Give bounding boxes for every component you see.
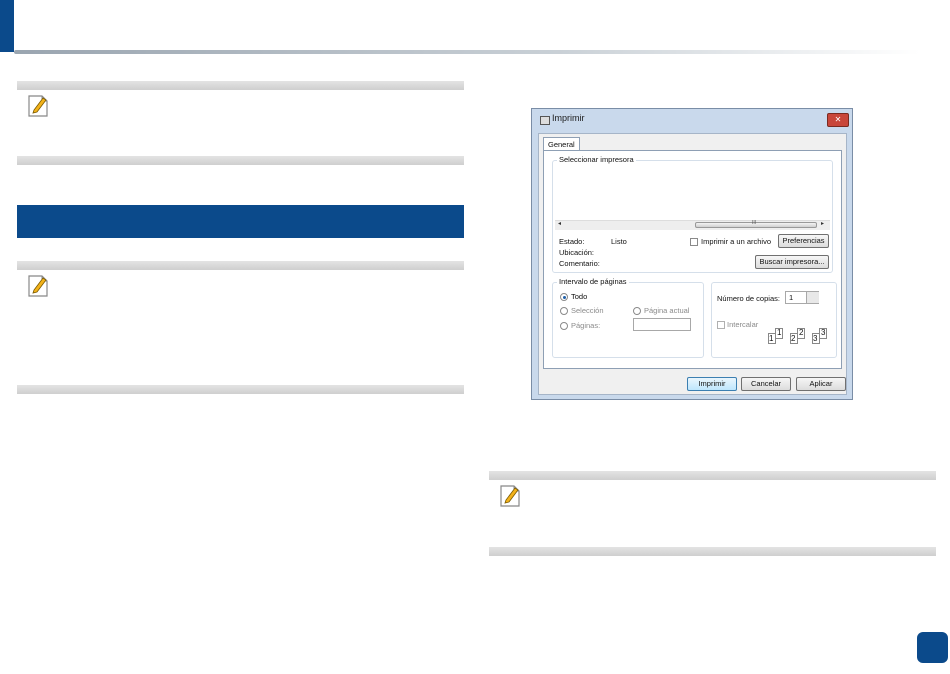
note-bottom-bar <box>489 547 936 556</box>
page-number-badge <box>917 632 948 663</box>
note-box-1 <box>17 81 464 165</box>
note-bottom-bar <box>17 385 464 394</box>
option-pages-label: Páginas: <box>571 321 601 330</box>
apply-button[interactable]: Aplicar <box>796 377 846 391</box>
note-top-bar <box>489 471 936 480</box>
header-rule <box>14 50 920 54</box>
printer-group: Seleccionar impresora ◂ III ▸ Estado: Li… <box>552 155 833 273</box>
status-value: Listo <box>611 237 627 246</box>
collate-page-number: 1 <box>777 328 782 337</box>
preferences-button[interactable]: Preferencias <box>778 234 829 248</box>
collate-page-number: 2 <box>791 334 796 343</box>
scroll-thumb-grip-icon: III <box>752 220 757 226</box>
collate-label: Intercalar <box>727 320 759 329</box>
find-printer-button[interactable]: Buscar impresora... <box>755 255 829 269</box>
close-button[interactable]: ✕ <box>827 113 849 127</box>
radio-selection[interactable] <box>560 307 568 315</box>
print-to-file-checkbox[interactable] <box>690 238 698 246</box>
printer-group-label: Seleccionar impresora <box>557 155 636 164</box>
note-top-bar <box>17 81 464 90</box>
collate-page-number: 2 <box>799 328 804 337</box>
section-header-bar <box>17 205 464 238</box>
radio-pages[interactable] <box>560 322 568 330</box>
note-box-3 <box>489 471 936 556</box>
option-all-label: Todo <box>571 292 588 301</box>
note-box-2 <box>17 261 464 394</box>
scroll-left-icon[interactable]: ◂ <box>558 220 561 227</box>
copies-value: 1 <box>789 293 794 302</box>
dialog-title: Imprimir <box>552 113 585 123</box>
radio-current-page[interactable] <box>633 307 641 315</box>
scroll-right-icon[interactable]: ▸ <box>821 220 824 227</box>
note-pencil-icon <box>28 95 48 117</box>
location-label: Ubicación: <box>559 248 595 257</box>
collate-page-number: 3 <box>821 328 826 337</box>
option-current-page-label: Página actual <box>644 306 690 315</box>
printer-icon <box>540 116 550 125</box>
print-to-file-label: Imprimir a un archivo <box>701 237 772 246</box>
dialog-client: General Seleccionar impresora ◂ III ▸ Es… <box>538 133 847 395</box>
note-pencil-icon <box>28 275 48 297</box>
scroll-thumb[interactable]: III <box>695 220 817 228</box>
collate-checkbox[interactable] <box>717 321 725 329</box>
comment-label: Comentario: <box>559 259 600 268</box>
copies-group: Número de copias: 1 Intercalar 1 1 2 2 3… <box>711 282 837 358</box>
header-tab <box>0 0 14 52</box>
status-label: Estado: <box>559 237 585 246</box>
copies-spinner-icon[interactable] <box>806 292 819 303</box>
print-dialog: Imprimir ✕ General Seleccionar impresora… <box>531 108 853 400</box>
note-bottom-bar <box>17 156 464 165</box>
pages-input[interactable] <box>633 318 691 331</box>
collate-illustration: 1 1 2 2 3 3 <box>768 323 834 347</box>
collate-page-number: 1 <box>769 334 774 343</box>
copies-label: Número de copias: <box>717 294 780 303</box>
page-range-label: Intervalo de páginas <box>557 277 629 286</box>
collate-page-number: 3 <box>813 334 818 343</box>
note-pencil-icon <box>500 485 520 507</box>
printer-list-scrollbar[interactable]: ◂ III ▸ <box>555 220 830 230</box>
copies-input[interactable]: 1 <box>785 291 819 304</box>
note-top-bar <box>17 261 464 270</box>
printer-list[interactable] <box>555 169 830 227</box>
tab-panel: Seleccionar impresora ◂ III ▸ Estado: Li… <box>543 150 842 369</box>
radio-all[interactable] <box>560 293 568 301</box>
option-selection-label: Selección <box>571 306 604 315</box>
page-range-group: Intervalo de páginas Todo Selección Pági… <box>552 277 704 358</box>
cancel-button[interactable]: Cancelar <box>741 377 791 391</box>
print-button[interactable]: Imprimir <box>687 377 737 391</box>
